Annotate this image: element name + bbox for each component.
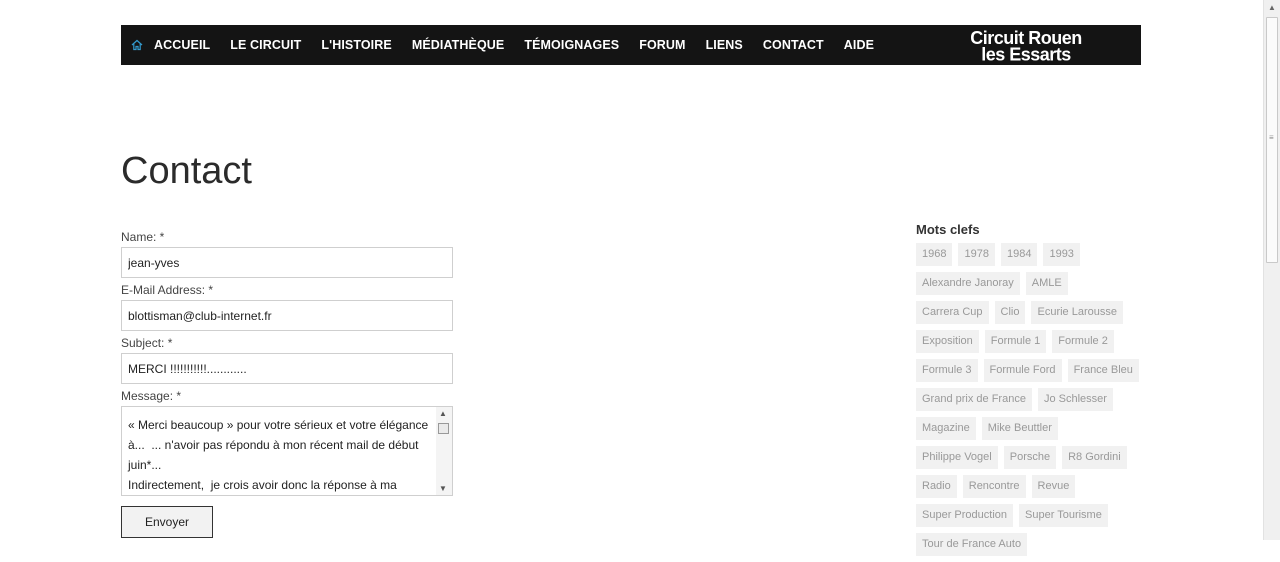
tag-item[interactable]: Tour de France Auto [916, 533, 1028, 556]
submit-button[interactable]: Envoyer [121, 506, 213, 538]
email-label: E-Mail Address: * [121, 283, 214, 297]
contact-form: Name: * E-Mail Address: * Subject: * Mes… [121, 229, 461, 538]
tag-item[interactable]: Formule 1 [984, 330, 1047, 353]
name-input[interactable] [121, 247, 453, 278]
message-label: Message: * [121, 389, 182, 403]
tag-item[interactable]: Exposition [916, 330, 979, 353]
tags-panel: Mots clefs 1968 1978 1984 1993 Alexandre… [916, 222, 1146, 562]
message-scrollbar[interactable]: ▲ ▼ [436, 407, 452, 495]
tag-item[interactable]: Ecurie Larousse [1031, 301, 1123, 324]
tag-item[interactable]: Formule 3 [916, 359, 978, 382]
tag-item[interactable]: Philippe Vogel [916, 446, 998, 469]
message-textarea[interactable]: « Merci beaucoup » pour votre sérieux et… [122, 407, 436, 495]
page-scroll-thumb[interactable]: ≡ [1266, 17, 1278, 263]
grip-icon: ≡ [1269, 133, 1274, 142]
page-scroll-up-icon[interactable]: ▲ [1268, 3, 1276, 12]
nav-item-mediatheque[interactable]: MÉDIATHÈQUE [412, 38, 505, 52]
tag-item[interactable]: Super Tourisme [1019, 504, 1108, 527]
email-input[interactable] [121, 300, 453, 331]
nav-item-accueil[interactable]: ACCUEIL [154, 38, 210, 52]
page-scrollbar[interactable]: ▲ ≡ [1263, 0, 1280, 540]
tag-item[interactable]: Carrera Cup [916, 301, 989, 324]
tags-title: Mots clefs [916, 222, 980, 237]
tag-item[interactable]: 1978 [958, 243, 995, 266]
subject-input[interactable] [121, 353, 453, 384]
tag-item[interactable]: 1993 [1043, 243, 1080, 266]
tag-item[interactable]: Porsche [1003, 446, 1057, 469]
tag-item[interactable]: Grand prix de France [916, 388, 1032, 411]
subject-label: Subject: * [121, 336, 173, 350]
scroll-up-icon[interactable]: ▲ [439, 409, 447, 418]
nav-item-aide[interactable]: AIDE [844, 38, 874, 52]
tag-item[interactable]: AMLE [1025, 272, 1068, 295]
name-label: Name: * [121, 230, 165, 244]
page-title: Contact [121, 150, 252, 192]
tag-item[interactable]: Mike Beuttler [981, 417, 1058, 440]
nav-item-le-circuit[interactable]: LE CIRCUIT [230, 38, 301, 52]
tag-item[interactable]: Rencontre [962, 475, 1026, 498]
scroll-thumb[interactable] [438, 423, 449, 434]
tag-item[interactable]: Formule 2 [1052, 330, 1114, 353]
scroll-down-icon[interactable]: ▼ [439, 484, 447, 493]
tag-item[interactable]: 1984 [1000, 243, 1038, 266]
nav-item-temoignages[interactable]: TÉMOIGNAGES [524, 38, 619, 52]
site-logo[interactable]: Circuit Rouen les Essarts [966, 28, 1086, 65]
tag-list: 1968 1978 1984 1993 Alexandre Janoray AM… [916, 243, 1146, 562]
tag-item[interactable]: Revue [1031, 475, 1076, 498]
tag-item[interactable]: Clio [994, 301, 1026, 324]
tag-item[interactable]: Magazine [916, 417, 976, 440]
tag-item[interactable]: France Bleu [1067, 359, 1139, 382]
nav-item-liens[interactable]: LIENS [706, 38, 743, 52]
home-icon[interactable] [131, 39, 143, 51]
nav-item-histoire[interactable]: L'HISTOIRE [321, 38, 391, 52]
tag-item[interactable]: Formule Ford [983, 359, 1062, 382]
message-field: « Merci beaucoup » pour votre sérieux et… [121, 406, 453, 496]
tag-item[interactable]: 1968 [916, 243, 953, 266]
tag-item[interactable]: R8 Gordini [1062, 446, 1127, 469]
tag-item[interactable]: Radio [916, 475, 957, 498]
nav-item-forum[interactable]: FORUM [639, 38, 685, 52]
tag-item[interactable]: Jo Schlesser [1037, 388, 1113, 411]
nav-menu: ACCUEIL LE CIRCUIT L'HISTOIRE MÉDIATHÈQU… [154, 25, 894, 65]
logo-line-2: les Essarts [981, 43, 1071, 65]
top-navbar: ACCUEIL LE CIRCUIT L'HISTOIRE MÉDIATHÈQU… [121, 25, 1141, 65]
nav-item-contact[interactable]: CONTACT [763, 38, 824, 52]
tag-item[interactable]: Alexandre Janoray [916, 272, 1020, 295]
tag-item[interactable]: Super Production [916, 504, 1013, 527]
